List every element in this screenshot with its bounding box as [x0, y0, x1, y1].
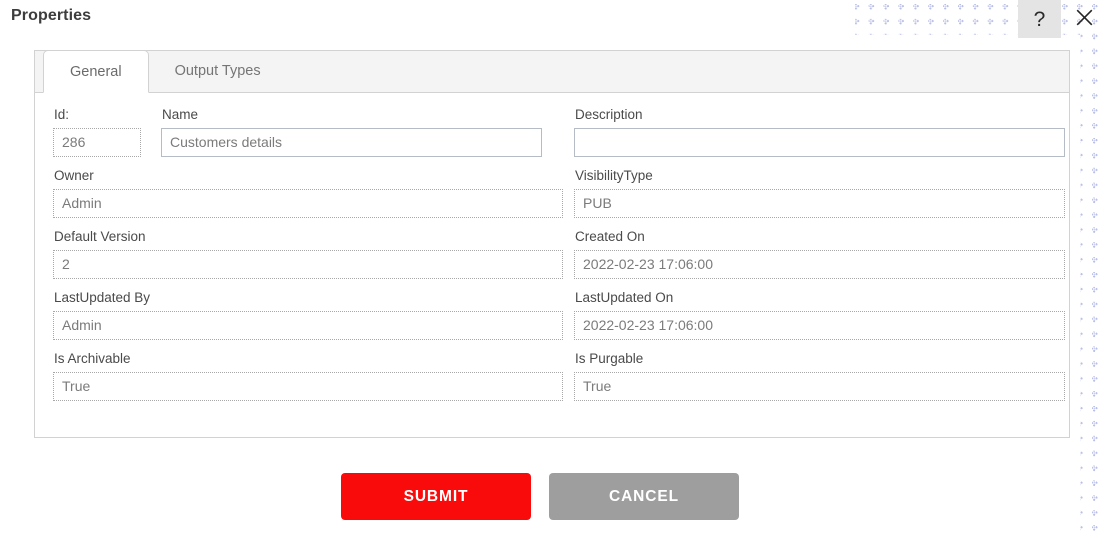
cancel-button-label: CANCEL	[609, 487, 679, 505]
field-default-version: Default Version 2	[53, 229, 563, 279]
modal-header-underbar	[0, 35, 1080, 42]
form-row-4: LastUpdated By Admin LastUpdated On 2022…	[53, 290, 1065, 351]
name-input[interactable]: Customers details	[161, 128, 542, 157]
field-default-version-label: Default Version	[54, 229, 146, 244]
field-lastupdated-on: LastUpdated On 2022-02-23 17:06:00	[574, 290, 1065, 340]
form-column-right: Description	[574, 107, 1065, 168]
tab-output-types-label: Output Types	[174, 63, 261, 79]
lastupdated-by-input[interactable]: Admin	[53, 311, 563, 340]
field-id-label: Id:	[54, 107, 70, 122]
tab-general[interactable]: General	[43, 50, 149, 93]
default-version-input[interactable]: 2	[53, 250, 563, 279]
form-column-left: Default Version 2	[53, 229, 563, 290]
form-column-right: Created On 2022-02-23 17:06:00	[574, 229, 1065, 290]
form-column-right: LastUpdated On 2022-02-23 17:06:00	[574, 290, 1065, 351]
field-description-label: Description	[575, 107, 643, 122]
field-lastupdated-by-label: LastUpdated By	[54, 290, 151, 305]
form-row-5: Is Archivable True Is Purgable True	[53, 351, 1065, 412]
tab-output-types[interactable]: Output Types	[149, 50, 287, 92]
help-button[interactable]: ?	[1018, 0, 1061, 38]
tab-strip: General Output Types	[35, 50, 1069, 93]
field-visibility-type: VisibilityType PUB	[574, 168, 1065, 218]
form-column-left: Is Archivable True	[53, 351, 563, 412]
field-lastupdated-by: LastUpdated By Admin	[53, 290, 563, 340]
field-name-label: Name	[162, 107, 199, 122]
field-is-purgable: Is Purgable True	[574, 351, 1065, 401]
field-created-on-label: Created On	[575, 229, 645, 244]
form-column-left: LastUpdated By Admin	[53, 290, 563, 351]
cancel-button[interactable]: CANCEL	[549, 473, 739, 520]
page-title: Properties	[11, 7, 92, 24]
id-name-pair: Id: 286 Name Customers details	[53, 107, 563, 168]
properties-modal: Properties ? General Output Types Id: 28…	[0, 0, 1099, 540]
visibility-type-input[interactable]: PUB	[574, 189, 1065, 218]
modal-header	[0, 0, 855, 35]
field-is-archivable: Is Archivable True	[53, 351, 563, 401]
form-row-3: Default Version 2 Created On 2022-02-23 …	[53, 229, 1065, 290]
submit-button-label: SUBMIT	[403, 487, 469, 505]
is-purgable-input[interactable]: True	[574, 372, 1065, 401]
properties-card: General Output Types Id: 286 Name Custom…	[34, 50, 1070, 438]
close-button[interactable]	[1070, 3, 1098, 31]
field-owner: Owner Admin	[53, 168, 563, 218]
field-is-purgable-label: Is Purgable	[575, 351, 644, 366]
tab-general-label: General	[70, 63, 122, 80]
created-on-input[interactable]: 2022-02-23 17:06:00	[574, 250, 1065, 279]
close-icon	[1075, 8, 1094, 27]
is-archivable-input[interactable]: True	[53, 372, 563, 401]
question-mark-icon: ?	[1033, 7, 1046, 31]
field-owner-label: Owner	[54, 168, 94, 183]
modal-footer: SUBMIT CANCEL	[0, 473, 1080, 520]
form-column-right: VisibilityType PUB	[574, 168, 1065, 229]
lastupdated-on-input[interactable]: 2022-02-23 17:06:00	[574, 311, 1065, 340]
form-row-1: Id: 286 Name Customers details Descripti…	[53, 107, 1065, 168]
field-is-archivable-label: Is Archivable	[54, 351, 131, 366]
field-description: Description	[574, 107, 1065, 157]
id-input[interactable]: 286	[53, 128, 141, 157]
field-visibility-type-label: VisibilityType	[575, 168, 653, 183]
form-column-left: Id: 286 Name Customers details	[53, 107, 563, 168]
field-name: Name Customers details	[161, 107, 542, 157]
field-id: Id: 286	[53, 107, 141, 157]
form-column-right: Is Purgable True	[574, 351, 1065, 412]
submit-button[interactable]: SUBMIT	[341, 473, 531, 520]
description-input[interactable]	[574, 128, 1065, 157]
field-created-on: Created On 2022-02-23 17:06:00	[574, 229, 1065, 279]
form-row-2: Owner Admin VisibilityType PUB	[53, 168, 1065, 229]
general-tab-panel: Id: 286 Name Customers details Descripti…	[35, 93, 1069, 412]
owner-input[interactable]: Admin	[53, 189, 563, 218]
form-column-left: Owner Admin	[53, 168, 563, 229]
field-lastupdated-on-label: LastUpdated On	[575, 290, 674, 305]
